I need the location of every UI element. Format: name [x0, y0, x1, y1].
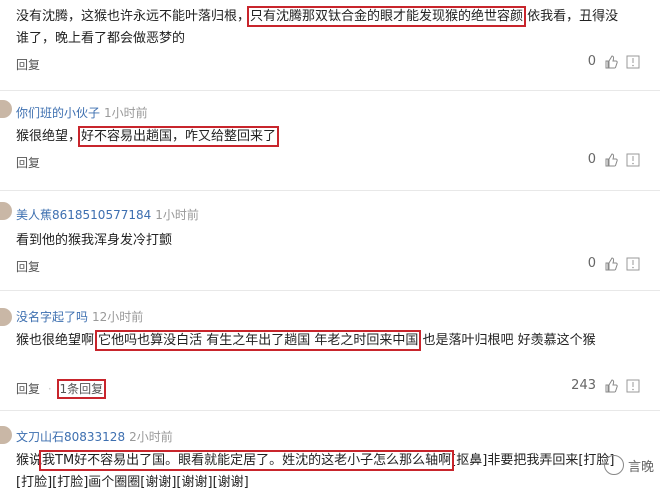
comment-text-part: 猴说 — [16, 453, 43, 468]
divider: · — [47, 382, 52, 396]
timestamp: 1小时前 — [104, 106, 148, 120]
comment-actions: 回复 — [16, 154, 40, 171]
thumb-up-icon[interactable] — [604, 378, 618, 393]
comment-text-part: 猴很绝望， — [16, 129, 82, 144]
avatar[interactable] — [0, 202, 12, 220]
comment-text: 没有沈腾，这猴也许永远不能叶落归根，只有沈腾那双钛合金的眼才能发现猴的绝世容颜 … — [16, 6, 626, 50]
highlighted-text: 它他吗也算没白活 有生之年出了趟国 年老之时回来中国 — [95, 330, 422, 351]
timestamp: 2小时前 — [129, 430, 173, 444]
username[interactable]: 你们班的小伙子 — [16, 106, 100, 120]
username[interactable]: 没名字起了吗 — [16, 310, 88, 324]
thumb-up-icon[interactable] — [604, 152, 618, 167]
right-actions: 0 — [588, 54, 640, 69]
username[interactable]: 美人蕉8618510577184 — [16, 208, 151, 222]
comment-actions: 回复 — [16, 258, 40, 275]
reply-button[interactable]: 回复 — [16, 58, 40, 72]
timestamp: 1小时前 — [155, 208, 199, 222]
right-actions: 0 — [588, 256, 640, 271]
avatar[interactable] — [0, 426, 12, 444]
comment-text: 猴说我TM好不容易出了国。眼看就能定居了。姓沈的这老小子怎么那么轴啊[抠鼻]非要… — [16, 450, 626, 494]
comment-text-part: 猴也很绝望啊 — [16, 333, 99, 348]
comment-text: 猴也很绝望啊 它他吗也算没白活 有生之年出了趟国 年老之时回来中国 也是落叶归根… — [16, 330, 626, 352]
username[interactable]: 文刀山石80833128 — [16, 430, 125, 444]
comment-meta: 没名字起了吗 12小时前 — [16, 308, 143, 325]
comment-meta: 你们班的小伙子 1小时前 — [16, 104, 148, 121]
comment-text: 猴很绝望，好不容易出趟国，咋又给整回来了 — [16, 126, 626, 148]
comment-2: 你们班的小伙子 1小时前 猴很绝望，好不容易出趟国，咋又给整回来了 回复 0 — [0, 90, 660, 191]
right-actions: 0 — [588, 152, 640, 167]
comment-meta: 文刀山石80833128 2小时前 — [16, 428, 173, 445]
report-icon[interactable] — [626, 153, 640, 167]
highlighted-text: 好不容易出趟国，咋又给整回来了 — [78, 126, 280, 147]
like-count: 0 — [587, 54, 596, 69]
comment-3: 美人蕉8618510577184 1小时前 看到他的猴我浑身发冷打颤 回复 0 — [0, 190, 660, 291]
watermark-text: 言晚 — [627, 459, 654, 475]
like-count: 243 — [571, 378, 596, 393]
reply-button[interactable]: 回复 — [16, 260, 40, 274]
report-icon[interactable] — [626, 55, 640, 69]
comment-text-part: 也是落叶归根吧 好羡慕这个猴 — [418, 333, 596, 348]
thumb-up-icon[interactable] — [604, 256, 618, 271]
thumb-up-icon[interactable] — [604, 54, 618, 69]
comment-4: 没名字起了吗 12小时前 猴也很绝望啊 它他吗也算没白活 有生之年出了趟国 年老之… — [0, 290, 660, 411]
reply-button[interactable]: 回复 — [16, 156, 40, 170]
report-icon[interactable] — [626, 379, 640, 393]
comment-text-part: 看到他的猴我浑身发冷打颤 — [16, 233, 173, 248]
report-icon[interactable] — [626, 257, 640, 271]
comment-meta: 美人蕉8618510577184 1小时前 — [16, 206, 199, 223]
highlighted-text: 只有沈腾那双钛合金的眼才能发现猴的绝世容颜 — [247, 6, 527, 27]
right-actions: 243 — [571, 378, 640, 393]
timestamp: 12小时前 — [92, 310, 144, 324]
comment-actions: 回复 — [16, 56, 40, 73]
reply-count-button[interactable]: 1条回复 — [56, 379, 107, 399]
comment-1: 没有沈腾，这猴也许永远不能叶落归根，只有沈腾那双钛合金的眼才能发现猴的绝世容颜 … — [0, 0, 660, 91]
wechat-logo-icon — [603, 455, 624, 475]
avatar[interactable] — [0, 308, 12, 326]
reply-button[interactable]: 回复 — [16, 382, 40, 396]
highlighted-text: 我TM好不容易出了国。眼看就能定居了。姓沈的这老小子怎么那么轴啊 — [39, 450, 455, 471]
comment-text-part: 没有沈腾，这猴也许永远不能叶落归根， — [16, 9, 251, 24]
avatar[interactable] — [0, 100, 12, 118]
comment-actions: 回复 · 1条回复 — [16, 379, 107, 399]
watermark: 言晚 — [603, 455, 654, 475]
like-count: 0 — [587, 256, 596, 271]
like-count: 0 — [587, 152, 596, 167]
comment-text: 看到他的猴我浑身发冷打颤 — [16, 230, 626, 252]
comment-5: 文刀山石80833128 2小时前 猴说我TM好不容易出了国。眼看就能定居了。姓沈… — [0, 410, 660, 497]
